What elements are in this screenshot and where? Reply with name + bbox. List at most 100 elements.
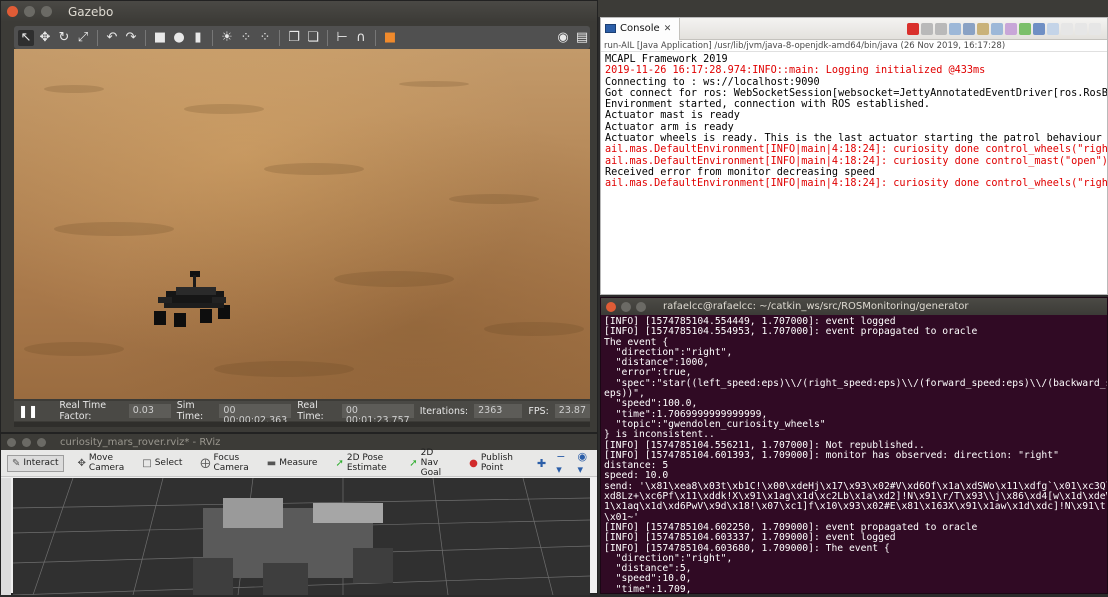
measure-icon: ▬	[266, 457, 277, 469]
iterations-label: Iterations:	[419, 405, 469, 417]
tool-label: Publish Point	[480, 453, 513, 473]
cylinder-icon[interactable]: ▮	[190, 30, 206, 46]
scroll-lock-icon[interactable]	[963, 22, 975, 35]
maximize-icon[interactable]	[636, 301, 646, 312]
scale-icon[interactable]: ⤢	[75, 30, 91, 46]
pose-estimate-icon: ➚	[335, 457, 344, 469]
sun-icon[interactable]: ☀	[219, 30, 235, 46]
remove-tool-icon[interactable]: − ▾	[556, 450, 567, 476]
snap-icon[interactable]: ∩	[353, 30, 369, 46]
add-tool-icon[interactable]: ✚	[537, 457, 546, 470]
tool-focus-camera[interactable]: ⨁ Focus Camera	[196, 451, 252, 475]
close-icon[interactable]	[606, 301, 616, 312]
rviz-window: curiosity_mars_rover.rviz* - RViz ✎ Inter…	[0, 433, 598, 595]
close-icon[interactable]	[7, 6, 18, 17]
close-icon[interactable]	[7, 437, 16, 447]
rviz-3d-view[interactable]	[13, 478, 590, 595]
display-console-icon[interactable]	[1033, 22, 1045, 35]
tool-label: 2D Pose Estimate	[346, 453, 387, 473]
toolbar-divider	[327, 29, 328, 46]
tool-interact[interactable]: ✎ Interact	[7, 454, 64, 472]
maximize-icon[interactable]	[1089, 22, 1101, 35]
show-stdout-icon[interactable]	[991, 22, 1003, 35]
spot-light-icon[interactable]: ⁘	[257, 30, 273, 46]
terminal-output[interactable]: [INFO] [1574785104.554449, 1.707000]: ev…	[601, 315, 1107, 597]
align-icon[interactable]: ⊢	[334, 30, 350, 46]
gazebo-status-bar: ❚❚ Real Time Factor: 0.03 Sim Time: 00 0…	[14, 400, 590, 426]
publish-point-icon: ●	[469, 457, 478, 469]
sphere-icon[interactable]: ●	[171, 30, 187, 46]
copy-icon[interactable]: ❐	[286, 30, 302, 46]
redo-icon[interactable]: ↷	[123, 30, 139, 46]
terminal-line: "spec":"star((left_speed:eps)\\/(right_s…	[604, 377, 1107, 389]
point-light-icon[interactable]: ⁘	[238, 30, 254, 46]
rviz-title: curiosity_mars_rover.rviz* - RViz	[60, 436, 221, 448]
console-launch-description: run-AIL [Java Application] /usr/lib/jvm/…	[601, 40, 1107, 52]
sim-time-label: Sim Time:	[176, 400, 204, 422]
tool-label: Measure	[279, 458, 318, 468]
terminate-icon[interactable]	[907, 22, 919, 35]
tool-label: Focus Camera	[213, 453, 249, 473]
undo-icon[interactable]: ↶	[104, 30, 120, 46]
tab-console[interactable]: Console ✕	[601, 17, 681, 40]
console-line: 2019-11-26 16:17:28.974:INFO::main: Logg…	[605, 65, 986, 77]
gazebo-title: Gazebo	[68, 4, 114, 19]
rtf-value: 0.03	[128, 404, 171, 418]
console-output[interactable]: MCAPL Framework 2019 2019-11-26 16:17:28.…	[601, 52, 1107, 192]
tool-label: Interact	[23, 458, 59, 468]
console-tabbar: Console ✕	[601, 17, 1107, 40]
remove-launch-icon[interactable]	[921, 22, 933, 35]
pin-console-icon[interactable]	[1019, 22, 1031, 35]
remove-all-icon[interactable]	[935, 22, 947, 35]
log-icon[interactable]: ▤	[574, 30, 590, 46]
iterations-value: 2363	[474, 404, 523, 418]
console-line: MCAPL Framework 2019	[605, 54, 728, 65]
tool-move-camera[interactable]: ✥ Move Camera	[74, 451, 129, 475]
pause-icon[interactable]: ❚❚	[18, 404, 38, 418]
minimize-icon[interactable]	[24, 6, 35, 17]
box-icon[interactable]: ■	[152, 30, 168, 46]
open-console-icon[interactable]	[1047, 22, 1059, 35]
fps-label: FPS:	[528, 405, 549, 417]
tool-label: Move Camera	[88, 453, 125, 473]
gazebo-titlebar: Gazebo	[1, 1, 597, 22]
minimize-icon[interactable]	[1075, 22, 1087, 35]
curiosity-rover[interactable]	[154, 269, 234, 331]
select-icon[interactable]: ↖	[18, 29, 34, 46]
maximize-icon[interactable]	[41, 6, 52, 17]
toolbar-divider	[212, 29, 213, 46]
minimize-icon[interactable]	[22, 437, 31, 447]
close-icon[interactable]: ✕	[664, 24, 672, 34]
word-wrap-icon[interactable]	[977, 22, 989, 35]
console-line: ail.mas.DefaultEnvironment[INFO|main|4:1…	[605, 155, 1107, 167]
clear-console-icon[interactable]	[949, 22, 961, 35]
rviz-titlebar: curiosity_mars_rover.rviz* - RViz	[1, 434, 597, 450]
rviz-left-handle[interactable]	[1, 478, 11, 595]
paste-icon[interactable]: ❏	[305, 30, 321, 46]
gazebo-scrollbar[interactable]	[14, 422, 590, 427]
tab-console-label: Console	[620, 23, 660, 34]
rviz-toolbar: ✎ Interact ✥ Move Camera □ Select ⨁ Focus Ca…	[1, 448, 597, 478]
rotate-icon[interactable]: ↻	[56, 30, 72, 46]
show-stderr-icon[interactable]	[1005, 22, 1017, 35]
select-icon: □	[142, 457, 152, 469]
tool-select[interactable]: □ Select	[138, 456, 186, 471]
translate-icon[interactable]: ✥	[37, 30, 53, 46]
gazebo-3d-scene[interactable]	[14, 49, 590, 399]
tool-measure[interactable]: ▬ Measure	[263, 456, 322, 471]
minimize-icon[interactable]	[621, 301, 631, 312]
terminal-line: [INFO] [1574785104.601393, 1.709000]: mo…	[604, 449, 1059, 461]
tool-menu-icon[interactable]: ◉ ▾	[577, 450, 589, 476]
real-time-value: 00 00:01:23.757	[341, 404, 414, 426]
screenshot-icon[interactable]: ◉	[555, 30, 571, 46]
terminal-titlebar: rafaelcc@rafaelcc: ~/catkin_ws/src/ROSMo…	[601, 298, 1107, 315]
view-menu-icon[interactable]	[1061, 22, 1073, 35]
move-camera-icon: ✥	[77, 457, 86, 469]
maximize-icon[interactable]	[37, 437, 46, 447]
terminal-line: 1\x1aq\x1d\xd6PwV\x9d\x18!\x07\xc1]f\x10…	[604, 501, 1107, 513]
tool-nav-goal[interactable]: ➚ 2D Nav Goal	[405, 446, 455, 480]
change-view-icon[interactable]: ■	[382, 30, 398, 46]
tool-pose-estimate[interactable]: ➚ 2D Pose Estimate	[331, 451, 395, 475]
mars-terrain	[24, 81, 584, 377]
tool-publish-point[interactable]: ● Publish Point	[465, 451, 517, 475]
